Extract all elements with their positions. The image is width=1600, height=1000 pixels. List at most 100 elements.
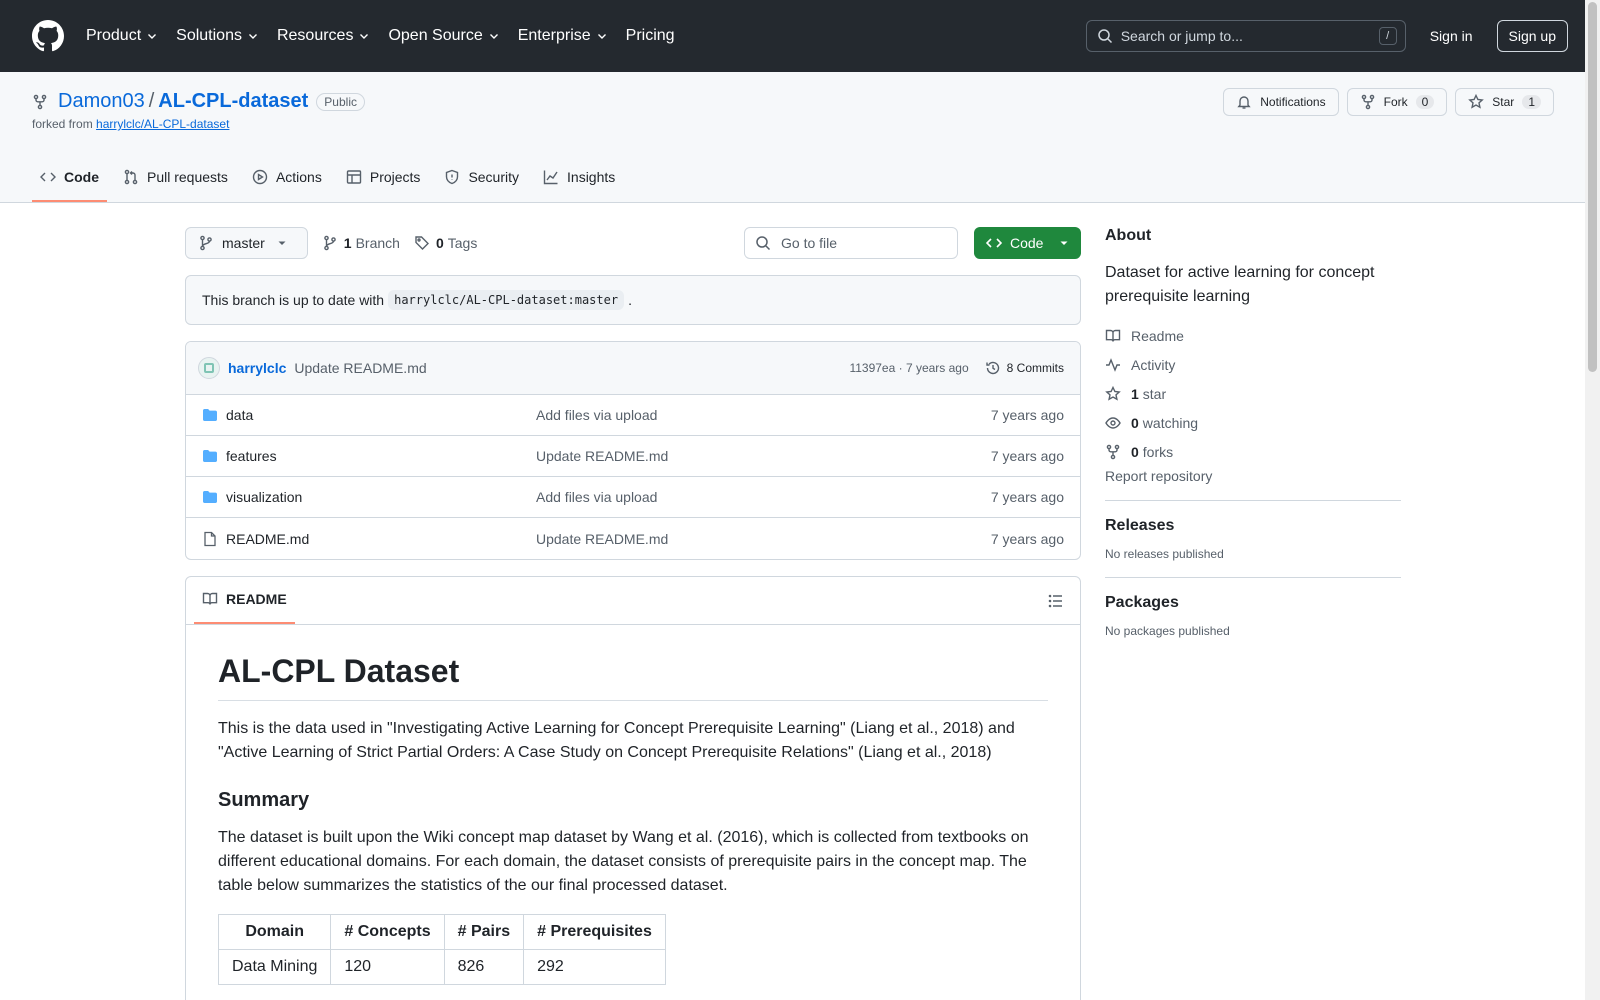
branch-count-label: Branch [355,235,400,251]
repo-name-link[interactable]: AL-CPL-dataset [158,90,308,113]
file-name[interactable]: data [202,407,536,423]
commit-hash-time[interactable]: 11397ea · 7 years ago [849,361,968,375]
forked-from-link[interactable]: harrylclc/AL-CPL-dataset [96,117,229,131]
table-cell: 826 [443,949,525,985]
repo-owner-link[interactable]: Damon03 [58,90,145,113]
stars-count: 1 [1131,385,1139,402]
branches-link[interactable]: 1 Branch [322,235,400,251]
watching-count: 0 [1131,414,1139,431]
file-commit-message[interactable]: Update README.md [536,531,991,547]
readme-summary-heading: Summary [218,789,310,811]
repo-description: Dataset for active learning for concept … [1105,264,1375,305]
sign-up-button[interactable]: Sign up [1496,20,1568,52]
global-header: Product Solutions Resources Open Source Ente… [0,0,1600,72]
file-commit-time: 7 years ago [990,448,1064,464]
table-row[interactable]: features Update README.md 7 years ago [186,436,1080,477]
star-button[interactable]: Star 1 [1455,88,1554,116]
commits-history-link[interactable]: 8 Commits [985,360,1064,376]
chevron-down-icon [597,34,606,39]
packages-heading[interactable]: Packages [1105,594,1401,612]
code-icon [986,238,1002,248]
file-rows: data Add files via upload 7 years ago featu… [186,395,1080,559]
nav-item-pricing[interactable]: Pricing [626,20,675,52]
repo-actions: Notifications Fork 0 Star 1 [1223,88,1554,116]
file-commit-message[interactable]: Add files via upload [536,489,991,505]
list-unordered-icon[interactable] [1048,593,1064,609]
history-icon [985,361,999,375]
table-row[interactable]: visualization Add files via upload 7 years… [186,477,1080,518]
forks-count: 0 [1131,443,1139,460]
github-logo-icon[interactable] [32,20,64,52]
table-cell: 292 [523,949,666,985]
avatar[interactable] [198,357,220,379]
branch-count: 1 [343,235,352,251]
table-header-cell: # Pairs [443,914,525,950]
file-name-label: features [226,448,277,464]
visibility-badge: Public [316,92,365,111]
activity-link[interactable]: Activity [1105,350,1401,379]
branch-selector[interactable]: master [185,227,308,259]
forks-link[interactable]: 0 forks [1105,437,1401,466]
upstream-ref-link[interactable]: harrylclc/AL-CPL-dataset:master [388,290,625,310]
nav-item-open-source[interactable]: Open Source [388,20,499,52]
readme-panel: README AL-CPL Dataset This is the data u… [185,576,1081,1000]
tab-code[interactable]: Code [32,154,107,202]
nav-item-resources[interactable]: Resources [277,20,370,52]
chevron-down-icon [489,34,498,39]
tab-label: Actions [275,169,322,185]
branch-status-banner: This branch is up to date with harrylclc… [185,275,1081,325]
file-name[interactable]: features [202,448,536,464]
notifications-label: Notifications [1260,95,1326,109]
nav-item-enterprise[interactable]: Enterprise [518,20,608,52]
readme-tab[interactable]: README [194,577,295,624]
code-dropdown-button[interactable]: Code [974,227,1081,259]
play-icon [252,169,268,185]
commit-message-link[interactable]: Update README.md [294,360,426,376]
go-to-file-input[interactable]: Go to file [744,227,958,259]
report-repository-link[interactable]: Report repository [1105,468,1401,484]
table-row[interactable]: README.md Update README.md 7 years ago [186,518,1080,559]
code-button-label: Code [1010,235,1044,251]
nav-item-label: Open Source [388,27,483,44]
repo-content: master 1 Branch 0 Tags Go to file Code T… [185,227,1081,1000]
repo-sidebar: About Dataset for active learning for co… [1105,227,1401,638]
repo-header: Damon03 / AL-CPL-dataset Public forked f… [0,72,1600,203]
bell-icon [1237,96,1251,109]
page-scrollbar[interactable] [1585,0,1600,1000]
table-row[interactable]: data Add files via upload 7 years ago [186,395,1080,436]
notifications-button[interactable]: Notifications [1223,88,1339,116]
chevron-down-icon [360,34,369,39]
tab-actions[interactable]: Actions [244,154,330,202]
file-commit-message[interactable]: Add files via upload [536,407,991,423]
tab-projects[interactable]: Projects [338,154,429,202]
star-icon [1105,385,1121,401]
tag-icon [415,236,429,250]
chevron-down-icon [248,34,257,39]
file-name-label: visualization [226,489,303,505]
nav-item-label: Enterprise [517,27,591,44]
releases-heading[interactable]: Releases [1105,517,1401,535]
fork-button[interactable]: Fork 0 [1346,88,1448,116]
watchers-link[interactable]: 0 watching [1105,408,1401,437]
sign-in-link[interactable]: Sign in [1430,28,1473,44]
stars-link[interactable]: 1 star [1105,379,1401,408]
tab-pull-requests[interactable]: Pull requests [115,154,236,202]
about-heading: About [1105,227,1152,244]
nav-item-product[interactable]: Product [86,20,158,52]
file-name[interactable]: README.md [202,531,536,547]
fork-label: Fork [1383,95,1408,109]
fork-count: 0 [1415,95,1435,109]
file-name[interactable]: visualization [202,489,536,505]
tab-security[interactable]: Security [436,154,527,202]
nav-item-label: Pricing [625,27,675,44]
readme-link[interactable]: Readme [1105,321,1401,350]
file-commit-message[interactable]: Update README.md [536,448,991,464]
search-input[interactable]: Search or jump to... / [1085,20,1406,52]
nav-item-solutions[interactable]: Solutions [176,20,259,52]
tags-link[interactable]: 0 Tags [414,235,477,251]
table-header-row: Domain # Concepts # Pairs # Prerequisites [217,914,666,950]
tab-label: Pull requests [147,169,228,185]
scrollbar-thumb[interactable] [1588,2,1597,372]
tab-insights[interactable]: Insights [535,154,623,202]
commit-author-link[interactable]: harrylclc [228,360,286,376]
